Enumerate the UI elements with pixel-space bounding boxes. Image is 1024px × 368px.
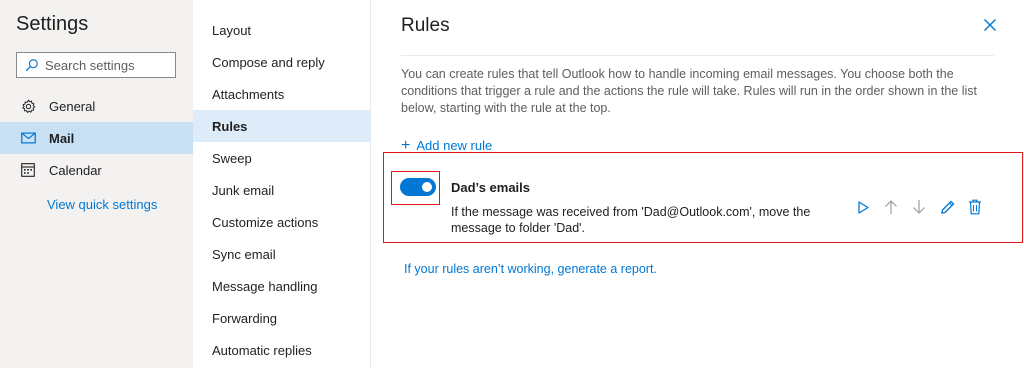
- delete-rule-button[interactable]: [967, 199, 983, 215]
- nav-label-general: General: [49, 98, 96, 114]
- move-up-button[interactable]: [883, 199, 899, 215]
- menu-item-junk-email[interactable]: Junk email: [193, 174, 371, 206]
- menu-item-customize-actions[interactable]: Customize actions: [193, 206, 371, 238]
- arrow-down-icon: [913, 200, 925, 214]
- edit-rule-button[interactable]: [939, 199, 955, 215]
- divider: [401, 55, 994, 56]
- mail-settings-menu: Layout Compose and reply Attachments Rul…: [193, 0, 371, 368]
- menu-item-sync-email[interactable]: Sync email: [193, 238, 371, 270]
- generate-report-link[interactable]: If your rules aren’t working, generate a…: [404, 262, 657, 276]
- nav-label-calendar: Calendar: [49, 162, 102, 178]
- play-icon: [858, 200, 869, 214]
- menu-item-forwarding[interactable]: Forwarding: [193, 302, 371, 334]
- close-button[interactable]: [983, 18, 997, 32]
- menu-item-automatic-replies[interactable]: Automatic replies: [193, 334, 371, 366]
- menu-item-layout[interactable]: Layout: [193, 14, 371, 46]
- rules-description: You can create rules that tell Outlook h…: [401, 67, 977, 115]
- menu-item-rules[interactable]: Rules: [193, 110, 371, 142]
- search-placeholder: Search settings: [45, 57, 135, 73]
- menu-item-attachments[interactable]: Attachments: [193, 78, 371, 110]
- settings-nav-pane: Settings Search settings General Mail Ca…: [0, 0, 193, 368]
- nav-item-mail[interactable]: Mail: [0, 122, 193, 154]
- move-down-button[interactable]: [911, 199, 927, 215]
- view-quick-settings-link[interactable]: View quick settings: [47, 197, 157, 212]
- rule-actions: [855, 199, 983, 215]
- rule-description: If the message was received from 'Dad@Ou…: [451, 205, 811, 235]
- nav-item-general[interactable]: General: [0, 90, 193, 122]
- menu-item-sweep[interactable]: Sweep: [193, 142, 371, 174]
- gear-icon: [20, 98, 36, 114]
- plus-icon: +: [401, 136, 411, 154]
- nav-item-calendar[interactable]: Calendar: [0, 154, 193, 186]
- run-rule-button[interactable]: [855, 199, 871, 215]
- rules-panel: Rules You can create rules that tell Out…: [372, 0, 1024, 368]
- rule-name: Dad’s emails: [451, 180, 531, 195]
- settings-title: Settings: [16, 13, 89, 35]
- search-input[interactable]: Search settings: [16, 52, 176, 78]
- close-icon: [984, 19, 996, 31]
- calendar-icon: [20, 162, 36, 178]
- rule-enabled-toggle[interactable]: [400, 178, 436, 196]
- toggle-knob: [422, 182, 432, 192]
- search-icon: [25, 59, 38, 72]
- menu-item-message-handling[interactable]: Message handling: [193, 270, 371, 302]
- arrow-up-icon: [885, 200, 897, 214]
- nav-label-mail: Mail: [49, 130, 75, 146]
- add-new-rule-label: Add new rule: [416, 138, 493, 153]
- trash-icon: [969, 199, 981, 215]
- mail-icon: [20, 130, 36, 146]
- page-title: Rules: [401, 15, 450, 36]
- menu-item-compose-and-reply[interactable]: Compose and reply: [193, 46, 371, 78]
- pencil-icon: [940, 200, 954, 214]
- add-new-rule-button[interactable]: + Add new rule: [401, 136, 493, 154]
